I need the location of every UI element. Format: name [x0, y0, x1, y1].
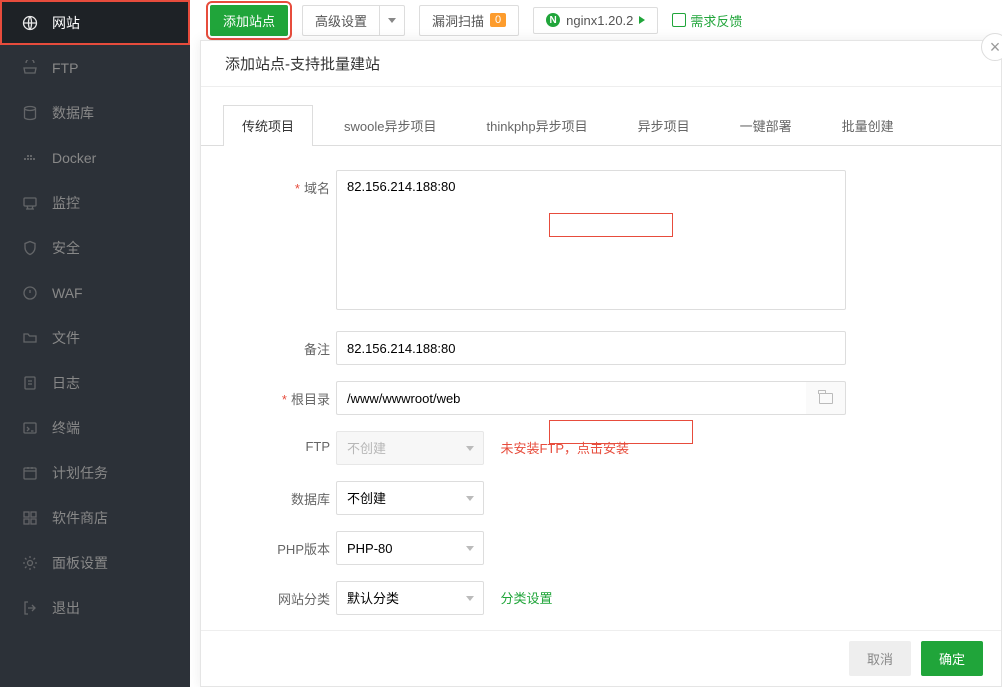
- sidebar-label: 计划任务: [52, 463, 108, 483]
- sidebar-item-website[interactable]: 网站: [0, 0, 190, 45]
- modal-footer: 取消 确定: [201, 630, 1001, 686]
- sidebar-label: 数据库: [52, 103, 94, 123]
- sidebar-item-cron[interactable]: 计划任务: [0, 450, 190, 495]
- tab-batch[interactable]: 批量创建: [823, 105, 913, 145]
- schedule-icon: [22, 465, 38, 481]
- cancel-button[interactable]: 取消: [849, 641, 911, 676]
- tab-thinkphp[interactable]: thinkphp异步项目: [467, 105, 606, 145]
- folder-icon: [22, 330, 38, 346]
- log-icon: [22, 375, 38, 391]
- sidebar-label: FTP: [52, 60, 78, 76]
- folder-icon: [819, 393, 833, 404]
- waf-icon: [22, 285, 38, 301]
- modal-tabs: 传统项目 swoole异步项目 thinkphp异步项目 异步项目 一键部署 批…: [201, 87, 1001, 146]
- exit-icon: [22, 600, 38, 616]
- sidebar-label: 终端: [52, 418, 80, 438]
- play-icon: [639, 16, 645, 24]
- sidebar-item-logout[interactable]: 退出: [0, 585, 190, 630]
- sidebar-item-store[interactable]: 软件商店: [0, 495, 190, 540]
- php-select[interactable]: PHP-80: [336, 531, 484, 565]
- topbar: 添加站点 高级设置 漏洞扫描 0 N nginx1.20.2 需求反馈: [200, 0, 1002, 40]
- sidebar-label: 软件商店: [52, 508, 108, 528]
- ftp-select[interactable]: 不创建: [336, 431, 484, 465]
- remark-label: 备注: [231, 331, 336, 358]
- sidebar-label: 面板设置: [52, 553, 108, 573]
- feedback-label: 需求反馈: [690, 11, 742, 30]
- sidebar-item-waf[interactable]: WAF: [0, 270, 190, 315]
- advanced-split-button: 高级设置: [302, 5, 405, 36]
- vuln-scan-label: 漏洞扫描: [432, 11, 484, 30]
- sidebar-label: 文件: [52, 328, 80, 348]
- tab-deploy[interactable]: 一键部署: [721, 105, 811, 145]
- sidebar: 网站 FTP 数据库 Docker 监控 安全 WAF 文件 日志 终端 计划任…: [0, 0, 190, 687]
- browse-folder-button[interactable]: [806, 381, 846, 415]
- sidebar-item-database[interactable]: 数据库: [0, 90, 190, 135]
- sidebar-item-monitor[interactable]: 监控: [0, 180, 190, 225]
- database-icon: [22, 105, 38, 121]
- feedback-icon: [672, 13, 686, 27]
- php-label: PHP版本: [231, 531, 336, 558]
- sidebar-item-logs[interactable]: 日志: [0, 360, 190, 405]
- submit-button[interactable]: 确定: [921, 641, 983, 676]
- category-select[interactable]: 默认分类: [336, 581, 484, 615]
- globe-icon: [22, 15, 38, 31]
- db-label: 数据库: [231, 481, 336, 508]
- shield-icon: [22, 240, 38, 256]
- sidebar-label: 安全: [52, 238, 80, 258]
- nginx-label: nginx1.20.2: [566, 13, 633, 28]
- sidebar-item-security[interactable]: 安全: [0, 225, 190, 270]
- tab-swoole[interactable]: swoole异步项目: [325, 105, 455, 145]
- ftp-install-hint[interactable]: 未安装FTP，点击安装: [500, 441, 629, 456]
- close-button[interactable]: ×: [981, 33, 1002, 61]
- sidebar-label: Docker: [52, 150, 96, 166]
- modal-title: 添加站点-支持批量建站: [201, 41, 1001, 87]
- monitor-icon: [22, 195, 38, 211]
- tab-traditional[interactable]: 传统项目: [223, 105, 313, 145]
- sidebar-item-settings[interactable]: 面板设置: [0, 540, 190, 585]
- domain-textarea[interactable]: 82.156.214.188:80: [336, 170, 846, 310]
- add-site-button[interactable]: 添加站点: [210, 5, 288, 36]
- chevron-down-icon: [388, 18, 396, 23]
- nginx-button[interactable]: N nginx1.20.2: [533, 7, 658, 34]
- sidebar-label: 监控: [52, 193, 80, 213]
- sidebar-label: 日志: [52, 373, 80, 393]
- gear-icon: [22, 555, 38, 571]
- sidebar-item-docker[interactable]: Docker: [0, 135, 190, 180]
- sidebar-item-ftp[interactable]: FTP: [0, 45, 190, 90]
- advanced-caret-button[interactable]: [379, 5, 405, 36]
- feedback-link[interactable]: 需求反馈: [672, 11, 742, 30]
- sidebar-label: 退出: [52, 598, 80, 618]
- vuln-count-badge: 0: [490, 13, 506, 27]
- sidebar-label: WAF: [52, 285, 83, 301]
- nginx-icon: N: [546, 13, 560, 27]
- sidebar-item-terminal[interactable]: 终端: [0, 405, 190, 450]
- vuln-scan-button[interactable]: 漏洞扫描 0: [419, 5, 519, 36]
- remark-input[interactable]: [336, 331, 846, 365]
- root-label: *根目录: [231, 381, 336, 408]
- ftp-label: FTP: [231, 431, 336, 454]
- add-site-modal: × 添加站点-支持批量建站 传统项目 swoole异步项目 thinkphp异步…: [200, 40, 1002, 687]
- ftp-icon: [22, 60, 38, 76]
- sidebar-label: 网站: [52, 13, 80, 33]
- sidebar-item-files[interactable]: 文件: [0, 315, 190, 360]
- category-settings-link[interactable]: 分类设置: [500, 591, 552, 606]
- grid-icon: [22, 510, 38, 526]
- database-select[interactable]: 不创建: [336, 481, 484, 515]
- tab-async[interactable]: 异步项目: [619, 105, 709, 145]
- site-form: *域名 82.156.214.188:80 备注 *根目录 FTP 不创建 未安…: [201, 146, 1001, 655]
- domain-label: *域名: [231, 170, 336, 197]
- category-label: 网站分类: [231, 581, 336, 608]
- docker-icon: [22, 150, 38, 166]
- advanced-button[interactable]: 高级设置: [302, 5, 379, 36]
- terminal-icon: [22, 420, 38, 436]
- root-input[interactable]: [336, 381, 806, 415]
